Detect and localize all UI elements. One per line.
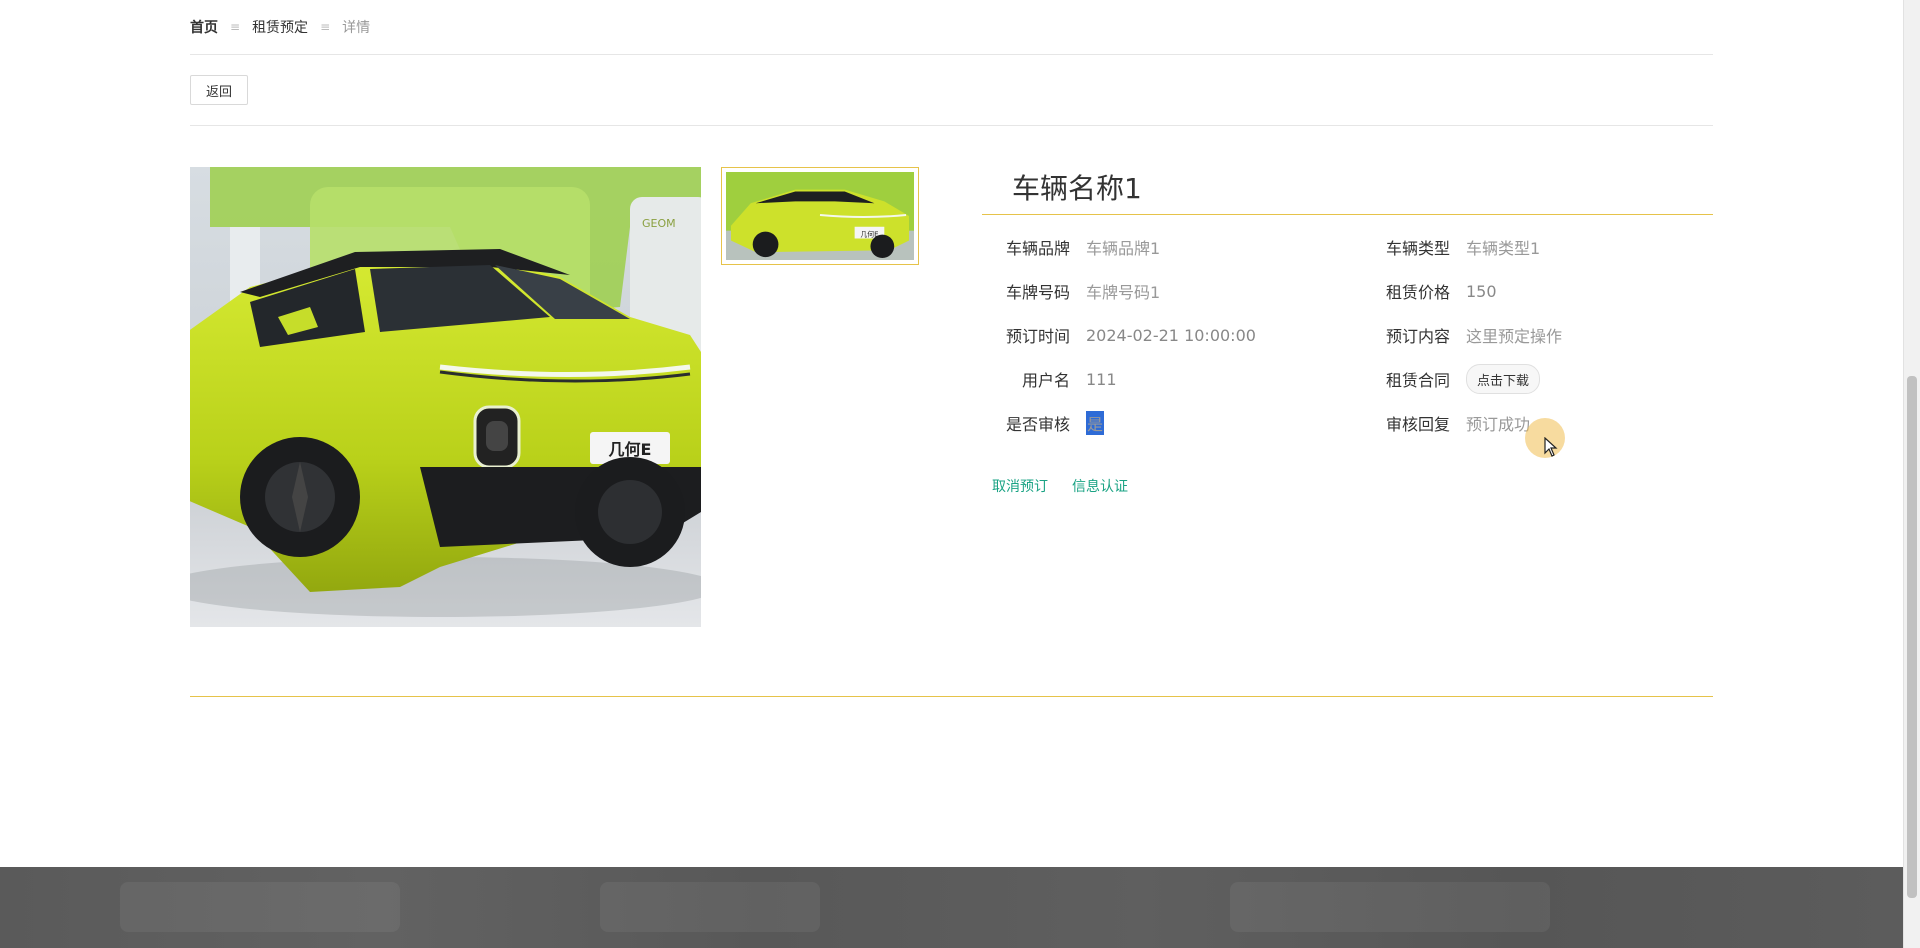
breadcrumb-rental-booking[interactable]: 租赁预定 bbox=[252, 17, 308, 37]
page-footer bbox=[0, 867, 1903, 948]
vehicle-thumbnail[interactable]: 几何E bbox=[721, 167, 919, 265]
field-reviewed-label: 是否审核 bbox=[1005, 415, 1070, 434]
field-type-label: 车辆类型 bbox=[1385, 239, 1450, 258]
field-type-value: 车辆类型1 bbox=[1466, 239, 1541, 258]
footer-block bbox=[1230, 882, 1550, 932]
field-reviewed: 是否审核 是 bbox=[982, 401, 1105, 445]
download-contract-button[interactable]: 点击下载 bbox=[1466, 364, 1541, 394]
mouse-cursor-icon bbox=[1544, 437, 1558, 457]
field-booking-content: 预订内容 这里预定操作 bbox=[1362, 313, 1562, 357]
field-plate-value: 车牌号码1 bbox=[1086, 283, 1161, 302]
field-review-reply-label: 审核回复 bbox=[1385, 415, 1450, 434]
field-booking-time-label: 预订时间 bbox=[1005, 327, 1070, 346]
breadcrumb-separator: ≡ bbox=[320, 20, 331, 34]
field-booking-content-label: 预订内容 bbox=[1385, 327, 1450, 346]
field-review-reply-value: 预订成功 bbox=[1466, 415, 1531, 434]
field-price-value: 150 bbox=[1466, 281, 1497, 301]
field-type: 车辆类型 车辆类型1 bbox=[1362, 225, 1540, 269]
content-container: 首页 ≡ 租赁预定 ≡ 详情 返回 GEOM 几何E 几何E 车辆名称1 车辆品… bbox=[190, 0, 1713, 697]
breadcrumb-current: 详情 bbox=[342, 20, 371, 36]
field-booking-content-value: 这里预定操作 bbox=[1466, 327, 1563, 346]
field-plate: 车牌号码 车牌号码1 bbox=[982, 269, 1160, 313]
car-photo: GEOM 几何E bbox=[190, 167, 701, 627]
vehicle-title: 车辆名称1 bbox=[982, 167, 1713, 215]
field-review-reply: 审核回复 预订成功 bbox=[1362, 401, 1530, 445]
toolbar: 返回 bbox=[190, 55, 1713, 126]
page: 首页 ≡ 租赁预定 ≡ 详情 返回 GEOM 几何E 几何E 车辆名称1 车辆品… bbox=[0, 0, 1920, 948]
field-brand-label: 车辆品牌 bbox=[1005, 239, 1070, 258]
breadcrumb: 首页 ≡ 租赁预定 ≡ 详情 bbox=[190, 0, 1713, 55]
page-scrollbar[interactable] bbox=[1903, 0, 1920, 948]
scrollbar-thumb[interactable] bbox=[1907, 376, 1917, 898]
field-reviewed-value: 是 bbox=[1086, 411, 1105, 435]
breadcrumb-home[interactable]: 首页 bbox=[190, 17, 218, 37]
field-price: 租赁价格 150 bbox=[1362, 269, 1497, 313]
vehicle-detail: GEOM 几何E 几何E 车辆名称1 车辆品牌 车辆品牌1 车牌号码 车牌号码1… bbox=[190, 126, 1713, 697]
field-username-label: 用户名 bbox=[1021, 371, 1070, 390]
vehicle-info-panel: 车辆名称1 车辆品牌 车辆品牌1 车牌号码 车牌号码1 预订时间 2024-02… bbox=[982, 167, 1713, 495]
booking-actions: 取消预订 信息认证 bbox=[982, 476, 1128, 496]
field-brand: 车辆品牌 车辆品牌1 bbox=[982, 225, 1160, 269]
wall-brand-text: GEOM bbox=[642, 217, 676, 230]
footer-block bbox=[600, 882, 820, 932]
field-contract: 租赁合同 点击下载 bbox=[1362, 357, 1541, 401]
field-booking-time: 预订时间 2024-02-21 10:00:00 bbox=[982, 313, 1256, 357]
breadcrumb-separator: ≡ bbox=[230, 20, 241, 34]
back-button[interactable]: 返回 bbox=[190, 75, 249, 105]
field-plate-label: 车牌号码 bbox=[1005, 283, 1070, 302]
footer-block bbox=[120, 882, 400, 932]
plate-badge-text: 几何E bbox=[609, 440, 652, 459]
vehicle-main-image: GEOM 几何E bbox=[190, 167, 701, 627]
car-thumbnail-photo: 几何E bbox=[726, 172, 914, 260]
info-auth-link[interactable]: 信息认证 bbox=[1072, 476, 1128, 496]
cancel-booking-link[interactable]: 取消预订 bbox=[992, 476, 1048, 496]
field-brand-value: 车辆品牌1 bbox=[1086, 239, 1161, 258]
field-price-label: 租赁价格 bbox=[1385, 283, 1450, 302]
field-username: 用户名 111 bbox=[982, 357, 1117, 401]
field-username-value: 111 bbox=[1086, 369, 1117, 389]
field-booking-time-value: 2024-02-21 10:00:00 bbox=[1086, 325, 1256, 345]
field-contract-label: 租赁合同 bbox=[1385, 371, 1450, 390]
